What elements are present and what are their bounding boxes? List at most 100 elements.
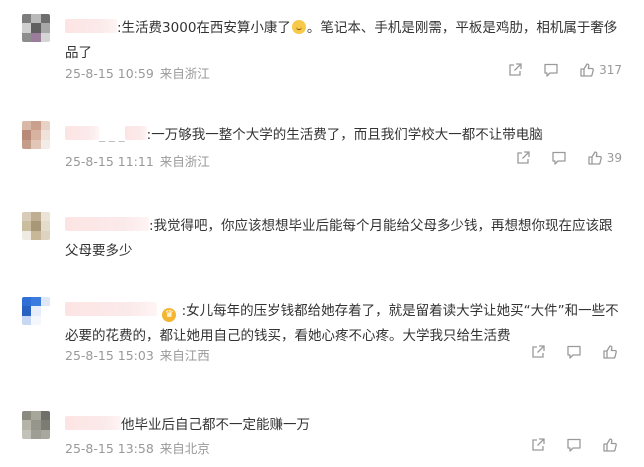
avatar-mosaic-cell — [22, 212, 32, 222]
comment-body: ♛ :女儿每年的压岁钱都给她存着了，就是留着读大学让她买“大件”和一些不必要的花… — [65, 299, 620, 349]
avatar[interactable] — [22, 121, 50, 149]
comment-date: 25-8-15 11:11 — [65, 154, 154, 169]
share-icon — [532, 345, 545, 358]
comment-text: :一万够我一整个大学的生活费了，而且我们学校大一都不让带电脑 — [146, 127, 543, 143]
avatar-mosaic-cell — [40, 420, 50, 430]
comment-location: 来自浙江 — [159, 66, 210, 81]
comment-location: 来自北京 — [159, 441, 210, 456]
avatar-mosaic-cell — [31, 212, 41, 222]
avatar-mosaic-cell — [40, 411, 50, 421]
avatar-mosaic-cell — [22, 297, 32, 307]
reply-button[interactable] — [543, 62, 559, 78]
username-blurred[interactable] — [65, 416, 121, 430]
avatar-mosaic-cell — [31, 306, 41, 316]
like-button[interactable]: 317 — [579, 62, 622, 78]
avatar-mosaic-cell — [31, 420, 41, 430]
avatar-mosaic-cell — [40, 130, 50, 140]
comment-icon — [544, 63, 558, 77]
comment-actions: 317 — [487, 62, 622, 78]
avatar-mosaic-cell — [22, 230, 32, 240]
avatar-mosaic-cell — [31, 23, 41, 33]
avatar-mosaic-cell — [22, 315, 32, 325]
comment-text: :生活费3000在西安算小康了 — [117, 20, 291, 36]
comment-body: :我觉得吧，你应该想想毕业后能每个月能给父母多少钱，再想想你现在应该跟父母要多少 — [65, 214, 620, 264]
avatar-mosaic-cell — [31, 121, 41, 131]
thumbs-up-icon — [588, 151, 602, 165]
avatar-mosaic-cell — [31, 139, 41, 149]
avatar[interactable] — [22, 297, 50, 325]
share-button[interactable] — [507, 62, 523, 78]
reply-button[interactable] — [566, 344, 582, 360]
comment-date: 25-8-15 10:59 — [65, 66, 154, 81]
comment-item: :我觉得吧，你应该想想毕业后能每个月能给父母多少钱，再想想你现在应该跟父母要多少 — [0, 212, 644, 262]
comment-list: :生活费3000在西安算小康了 。笔记本、手机是刚需，平板是鸡肋，相机属于奢侈品了… — [0, 0, 644, 467]
reply-button[interactable] — [551, 150, 567, 166]
avatar-mosaic-cell — [31, 221, 41, 231]
avatar-mosaic-cell — [40, 306, 50, 316]
like-count: 317 — [599, 63, 622, 77]
avatar-mosaic-cell — [22, 411, 32, 421]
avatar-mosaic-cell — [40, 23, 50, 33]
like-button[interactable]: 39 — [587, 150, 622, 166]
comment-location: 来自江西 — [159, 348, 210, 363]
avatar-mosaic-cell — [40, 221, 50, 231]
avatar-mosaic-cell — [22, 14, 32, 24]
avatar-mosaic-cell — [31, 315, 41, 325]
avatar-mosaic-cell — [40, 315, 50, 325]
comment-body: 他毕业后自己都不一定能赚一万 — [65, 413, 620, 438]
like-button[interactable] — [602, 344, 622, 360]
comment-date: 25-8-15 15:03 — [65, 348, 154, 363]
avatar-mosaic-cell — [40, 297, 50, 307]
comment-text: 他毕业后自己都不一定能赚一万 — [121, 417, 310, 433]
comment-item: _ _ _ :一万够我一整个大学的生活费了，而且我们学校大一都不让带电脑 25-8… — [0, 121, 644, 176]
avatar-mosaic-cell — [22, 32, 32, 42]
reply-button[interactable] — [566, 437, 582, 453]
avatar-mosaic-cell — [31, 297, 41, 307]
comment-icon — [552, 151, 566, 165]
avatar-mosaic-cell — [40, 14, 50, 24]
share-button[interactable] — [515, 150, 531, 166]
comment-item: 他毕业后自己都不一定能赚一万 25-8-15 13:58 来自北京 — [0, 411, 644, 463]
comment-meta: 25-8-15 11:11 来自浙江 — [65, 151, 210, 170]
username-blurred[interactable] — [65, 302, 157, 316]
avatar-mosaic-cell — [22, 139, 32, 149]
like-count: 39 — [606, 151, 622, 165]
comment-item: ♛ :女儿每年的压岁钱都给她存着了，就是留着读大学让她买“大件”和一些不必要的花… — [0, 297, 644, 367]
username-blurred[interactable] — [65, 19, 117, 33]
avatar-mosaic-cell — [31, 32, 41, 42]
avatar-mosaic-cell — [40, 32, 50, 42]
avatar-mosaic-cell — [22, 420, 32, 430]
share-button[interactable] — [530, 437, 546, 453]
share-button[interactable] — [530, 344, 546, 360]
share-icon — [517, 151, 530, 164]
avatar-mosaic-cell — [31, 130, 41, 140]
username-blurred[interactable] — [124, 126, 147, 140]
avatar[interactable] — [22, 411, 50, 439]
avatar-mosaic-cell — [40, 429, 50, 439]
avatar-mosaic-cell — [40, 139, 50, 149]
thumbs-up-icon — [603, 345, 617, 359]
username-suffix: _ _ _ — [99, 128, 125, 142]
share-icon — [509, 63, 522, 76]
avatar-mosaic-cell — [31, 230, 41, 240]
avatar-mosaic-cell — [40, 212, 50, 222]
share-icon — [532, 438, 545, 451]
username-blurred[interactable] — [65, 217, 149, 231]
comment-actions — [510, 344, 622, 360]
avatar-mosaic-cell — [40, 121, 50, 131]
comment-item: :生活费3000在西安算小康了 。笔记本、手机是刚需，平板是鸡肋，相机属于奢侈品了… — [0, 14, 644, 86]
like-button[interactable] — [602, 437, 622, 453]
crown-badge-icon: ♛ — [162, 308, 177, 322]
thumbs-up-icon — [603, 438, 617, 452]
avatar-mosaic-cell — [22, 429, 32, 439]
avatar-mosaic-cell — [31, 14, 41, 24]
comment-meta: 25-8-15 15:03 来自江西 — [65, 345, 210, 364]
comment-meta: 25-8-15 13:58 来自北京 — [65, 438, 210, 457]
username-blurred[interactable] — [65, 126, 99, 140]
avatar-mosaic-cell — [22, 23, 32, 33]
avatar-mosaic-cell — [22, 121, 32, 131]
avatar[interactable] — [22, 14, 50, 42]
smile-emoji-icon — [291, 20, 306, 34]
avatar[interactable] — [22, 212, 50, 240]
avatar-mosaic-cell — [22, 130, 32, 140]
